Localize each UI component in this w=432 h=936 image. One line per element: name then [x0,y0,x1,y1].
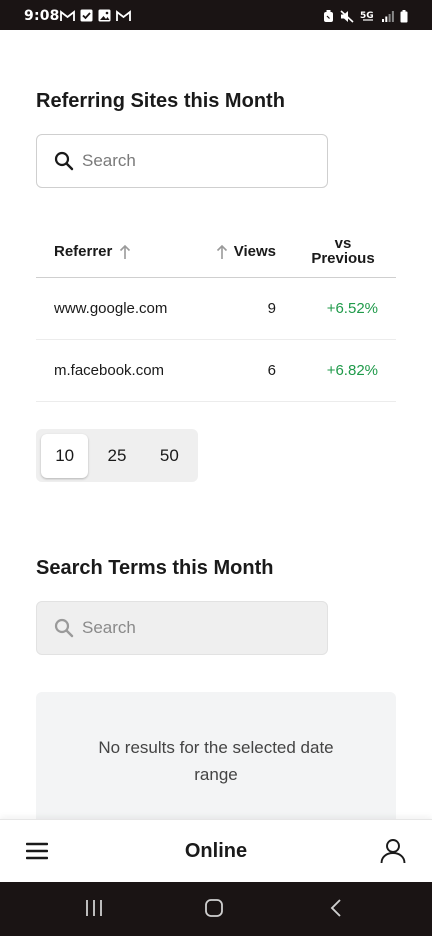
referring-sites-search-input[interactable] [82,135,312,187]
notification-icons [60,9,131,22]
page-size-50-button[interactable]: 50 [146,434,193,478]
sort-arrow-up-icon [120,244,131,259]
status-time: 9:08 [24,8,60,24]
search-terms-search-box[interactable] [36,601,328,655]
system-status-icons: 5G [323,9,408,23]
app-bottom-bar: Online [0,819,432,882]
gmail-icon [116,9,131,21]
change-cell: +6.52% [326,300,378,317]
search-terms-search-input[interactable] [82,602,312,654]
table-header: Referrer Views vs Previous [36,226,396,278]
referrer-cell: m.facebook.com [54,362,165,379]
alarm-icon [324,9,333,22]
back-icon[interactable] [326,898,346,918]
home-icon[interactable] [204,898,224,918]
views-cell: 9 [267,300,276,317]
referrer-table: Referrer Views vs Previous www.google.co… [36,226,396,402]
referrer-column-header[interactable]: Referrer [54,243,131,260]
empty-results-panel: No results for the selected date range [36,692,396,832]
user-icon[interactable] [380,838,406,864]
views-header-label: Views [233,243,276,260]
change-cell: +6.82% [326,362,378,379]
site-status-title: Online [184,840,248,862]
table-row[interactable]: www.google.com 9 +6.52% [36,278,396,340]
search-icon [54,618,74,638]
vs-header-line2: Previous [311,250,375,267]
views-column-header[interactable]: Views [216,243,276,260]
empty-results-message: No results for the selected date range [98,738,334,784]
search-terms-title: Search Terms this Month [36,557,274,579]
signal-icon [382,11,394,22]
vs-previous-column-header[interactable]: vs Previous [308,236,378,266]
referring-sites-title: Referring Sites this Month [36,90,285,112]
battery-icon [400,9,408,22]
checkbox-icon [80,9,93,22]
referrer-header-label: Referrer [54,243,113,260]
system-navigation-bar [0,882,432,936]
referrer-cell: www.google.com [54,300,168,317]
search-icon [54,151,74,171]
page-size-selector: 10 25 50 [36,429,198,482]
vs-header-line1: vs [334,235,352,252]
page-size-10-button[interactable]: 10 [41,433,89,478]
gmail-icon [60,9,75,21]
table-row[interactable]: m.facebook.com 6 +6.82% [36,340,396,402]
mute-icon [340,9,354,23]
sort-arrow-up-icon [216,244,227,259]
recent-apps-icon[interactable] [84,898,104,918]
status-bar: 9:08 5G [0,0,432,30]
5g-icon: 5G [360,11,374,21]
page-size-25-button[interactable]: 25 [93,434,140,478]
views-cell: 6 [267,362,276,379]
referring-sites-search-box[interactable] [36,134,328,188]
image-icon [98,9,111,22]
